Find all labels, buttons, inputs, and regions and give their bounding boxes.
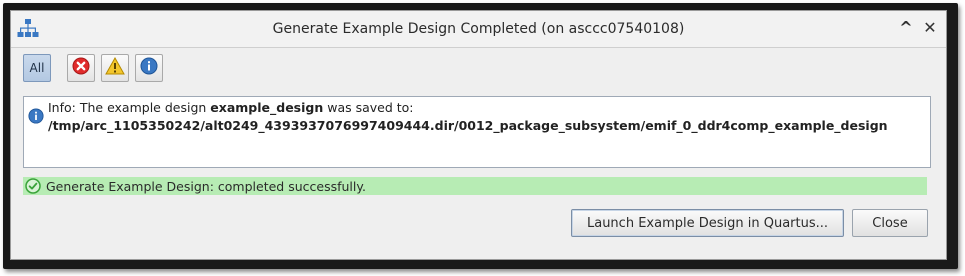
- close-icon: ✕: [923, 18, 937, 37]
- chevron-up-icon: ^: [899, 18, 913, 37]
- filter-errors-button[interactable]: [67, 54, 95, 82]
- log-message-text: Info: The example design example_design …: [48, 100, 414, 115]
- log-message-suffix: was saved to:: [323, 100, 414, 115]
- warning-icon: [105, 56, 125, 79]
- filter-info-button[interactable]: [135, 54, 163, 82]
- info-icon: [28, 108, 44, 124]
- dialog-window: Generate Example Design Completed (on as…: [10, 10, 947, 260]
- log-design-name: example_design: [210, 100, 324, 115]
- status-bar: Generate Example Design: completed succe…: [23, 177, 927, 195]
- launch-in-quartus-button[interactable]: Launch Example Design in Quartus...: [571, 209, 844, 237]
- window-title: Generate Example Design Completed (on as…: [272, 21, 685, 37]
- log-output-path: /tmp/arc_1105350242/alt0249_439393707699…: [48, 118, 888, 133]
- close-window-button[interactable]: ✕: [921, 19, 939, 37]
- check-circle-icon: [25, 178, 41, 194]
- log-message-prefix: Info: The example design: [48, 100, 211, 115]
- filter-warnings-button[interactable]: [101, 54, 129, 82]
- close-button-label: Close: [872, 215, 908, 231]
- error-icon: [72, 57, 90, 79]
- filter-all-label: All: [29, 61, 45, 75]
- message-log[interactable]: Info: The example design example_design …: [23, 96, 931, 168]
- title-bar[interactable]: Generate Example Design Completed (on as…: [11, 11, 946, 48]
- filter-all-button[interactable]: All: [23, 54, 51, 82]
- launch-button-label: Launch Example Design in Quartus...: [586, 215, 829, 231]
- close-button[interactable]: Close: [852, 209, 928, 237]
- collapse-button[interactable]: ^: [897, 19, 915, 37]
- info-icon: [140, 57, 158, 79]
- status-text: Generate Example Design: completed succe…: [46, 179, 366, 194]
